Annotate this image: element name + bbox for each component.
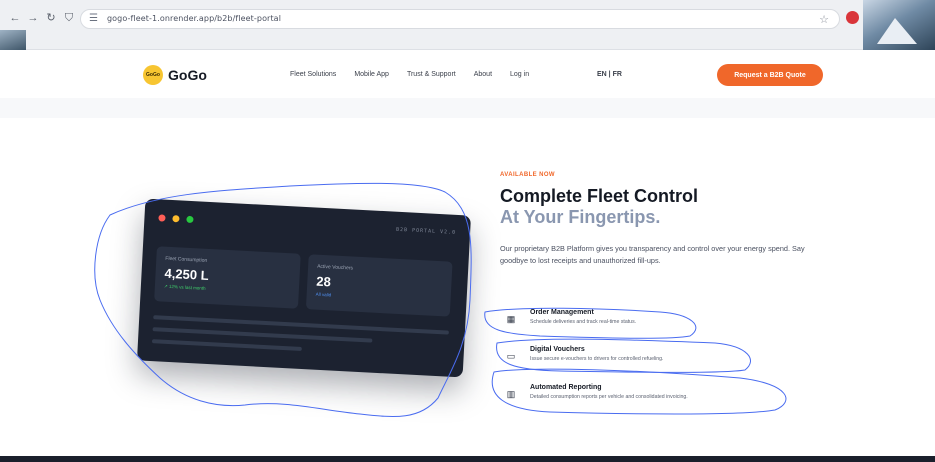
- metric-label: Fleet Consumption: [165, 255, 208, 264]
- portal-version-tag: B2B PORTAL V2.0: [395, 226, 457, 236]
- metric-value: 28: [315, 273, 332, 290]
- window-minimize-dot: [172, 215, 180, 223]
- hero-title-accent: At Your Fingertips.: [500, 207, 661, 227]
- nav-link-mobile-app[interactable]: Mobile App: [354, 71, 389, 78]
- feature-description: Detailed consumption reports per vehicle…: [530, 394, 688, 400]
- feature-title: Automated Reporting: [530, 384, 602, 391]
- nav-link-login[interactable]: Log in: [510, 71, 529, 78]
- feature-description: Schedule deliveries and track real-time …: [530, 319, 637, 325]
- feature-digital-vouchers: ▭ Digital Vouchers Issue secure e-vouche…: [505, 344, 805, 370]
- logo-badge: GoGo: [143, 65, 163, 85]
- header-divider: [0, 98, 935, 118]
- logo[interactable]: GoGo GoGo: [143, 65, 207, 85]
- lock-icon: ☰: [89, 13, 98, 24]
- arrow-right-icon[interactable]: →: [26, 11, 40, 25]
- star-icon[interactable]: ☆: [819, 13, 829, 26]
- logo-text: GoGo: [168, 67, 207, 83]
- metric-value: 4,250 L: [164, 265, 210, 283]
- request-quote-button[interactable]: Request a B2B Quote: [717, 64, 823, 86]
- window-close-dot: [158, 214, 166, 222]
- chart-icon: ▥: [506, 389, 516, 399]
- placeholder-row: [151, 339, 302, 351]
- feature-title: Order Management: [530, 309, 594, 316]
- metric-label: Active Vouchers: [316, 263, 354, 272]
- card-icon: ▭: [506, 351, 516, 361]
- metric-active-vouchers: Active Vouchers 28 All valid: [305, 254, 453, 317]
- nav-link-fleet-solutions[interactable]: Fleet Solutions: [290, 71, 336, 78]
- window-maximize-dot: [186, 215, 194, 224]
- shield-icon[interactable]: ⛉: [62, 11, 76, 25]
- footer-bar: [0, 456, 935, 462]
- reload-icon[interactable]: ↻: [44, 11, 58, 25]
- feature-automated-reporting: ▥ Automated Reporting Detailed consumpti…: [505, 382, 805, 408]
- browser-toolbar: ← → ↻ ⛉ ☰ gogo-fleet-1.onrender.app/b2b/…: [0, 0, 935, 50]
- url-text[interactable]: gogo-fleet-1.onrender.app/b2b/fleet-port…: [107, 14, 281, 23]
- site-header: GoGo GoGo Fleet Solutions Mobile App Tru…: [0, 50, 935, 98]
- nav-link-trust-support[interactable]: Trust & Support: [407, 71, 456, 78]
- metric-trend: ↗ 12% vs last month: [163, 283, 206, 291]
- hero-title: Complete Fleet Control: [500, 186, 699, 206]
- hero-description: Our proprietary B2B Platform gives you t…: [500, 244, 805, 265]
- language-switch[interactable]: EN | FR: [597, 71, 622, 78]
- dashboard-mockup: B2B PORTAL V2.0 Fleet Consumption 4,250 …: [136, 198, 472, 378]
- nav-links: Fleet Solutions Mobile App Trust & Suppo…: [290, 71, 547, 78]
- address-bar[interactable]: ☰ gogo-fleet-1.onrender.app/b2b/fleet-po…: [80, 9, 840, 29]
- nav-link-about[interactable]: About: [474, 71, 492, 78]
- feature-order-management: ▦ Order Management Schedule deliveries a…: [505, 307, 805, 333]
- metric-fleet-consumption: Fleet Consumption 4,250 L ↗ 12% vs last …: [154, 246, 301, 309]
- feature-description: Issue secure e-vouchers to drivers for c…: [530, 356, 664, 362]
- tab-thumbnail[interactable]: [0, 30, 26, 50]
- arrow-left-icon[interactable]: ←: [8, 11, 22, 25]
- feature-title: Digital Vouchers: [530, 346, 585, 353]
- profile-avatar[interactable]: [863, 0, 935, 50]
- availability-label: AVAILABLE NOW: [500, 172, 555, 178]
- calendar-icon: ▦: [506, 314, 516, 324]
- metric-status: All valid: [315, 291, 332, 298]
- extension-icon[interactable]: [846, 11, 859, 24]
